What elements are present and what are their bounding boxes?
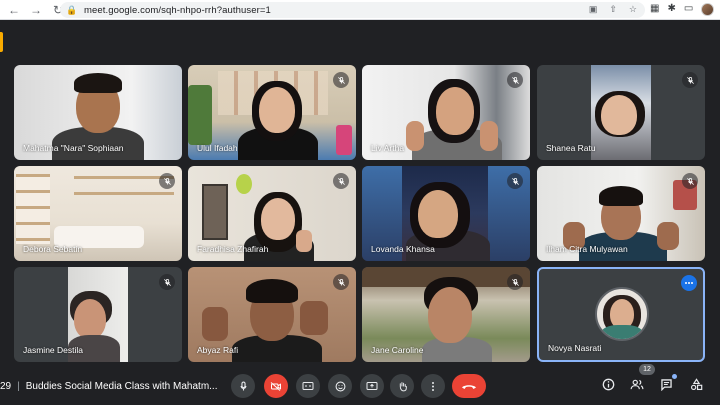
participant-count-badge: 12 <box>639 364 655 375</box>
meeting-title: Buddies Social Media Class with Mahatm..… <box>25 380 218 392</box>
url-text: meet.google.com/sqh-nhpo-rrh?authuser=1 <box>84 4 271 16</box>
plant <box>188 85 212 145</box>
video-tile[interactable]: Liv Artha <box>362 65 530 160</box>
bookmark-star-icon[interactable]: ☆ <box>629 4 637 15</box>
muted-mic-icon <box>507 274 523 290</box>
hand-icon <box>399 381 407 391</box>
extension-grid-icon[interactable]: ▦ <box>650 3 659 16</box>
video-tile[interactable]: Ulul Ifadah <box>188 65 356 160</box>
chair <box>336 125 352 155</box>
participant-name: Abyaz Rafi <box>197 345 239 355</box>
muted-mic-icon <box>159 173 175 189</box>
participant-name: Jane Caroline <box>371 345 424 355</box>
lock-icon: 🔒 <box>66 4 78 15</box>
side-indicator <box>0 32 3 52</box>
muted-mic-icon <box>507 173 523 189</box>
participant-name: Jasmine Destila <box>23 345 83 355</box>
forward-icon[interactable]: → <box>28 2 44 18</box>
microphone-icon <box>240 381 246 390</box>
balloon <box>236 174 252 194</box>
muted-mic-icon <box>159 274 175 290</box>
video-tile[interactable]: Lovanda Khansa <box>362 166 530 261</box>
meeting-controls-bar: 29 | Buddies Social Media Class with Mah… <box>0 367 720 405</box>
more-options-button[interactable] <box>421 374 445 398</box>
bookshelf <box>16 174 50 244</box>
chat-icon[interactable] <box>660 378 673 394</box>
thumbs-up-hand <box>296 230 312 252</box>
participant-name: Debora Sebatin <box>23 244 83 254</box>
activities-icon[interactable] <box>690 378 703 394</box>
wall-frame <box>202 184 228 240</box>
video-tile[interactable]: Mahatma "Nara" Sophiaan <box>14 65 182 160</box>
captions-icon <box>302 382 314 390</box>
participant-name: Lovanda Khansa <box>371 244 435 254</box>
camera-button[interactable] <box>264 374 288 398</box>
participant-name: Novya Nasrati <box>548 343 602 353</box>
participant-name: Liv Artha <box>371 143 405 153</box>
meeting-details-icon[interactable] <box>602 378 615 394</box>
video-tile[interactable]: Shanea Ratu <box>537 65 705 160</box>
more-vertical-icon <box>432 381 434 391</box>
thumbs-up-hand <box>300 301 328 335</box>
participant-name: Faradhisa Zhafirah <box>197 244 269 254</box>
video-tile[interactable]: Abyaz Rafi <box>188 267 356 362</box>
microphone-button[interactable] <box>231 374 255 398</box>
video-tile[interactable]: Ilham Citra Mulyawan <box>537 166 705 261</box>
thumbs-up-hand <box>406 121 424 151</box>
muted-mic-icon <box>333 274 349 290</box>
thumbs-up-hand <box>202 307 228 341</box>
camera-permission-icon[interactable]: ▣ <box>589 4 598 15</box>
raise-hand-button[interactable] <box>390 374 414 398</box>
participant-name: Mahatma "Nara" Sophiaan <box>23 143 124 153</box>
emoji-icon <box>335 381 345 391</box>
muted-mic-icon <box>333 72 349 88</box>
muted-mic-icon <box>682 72 698 88</box>
video-tile[interactable]: Jasmine Destila <box>14 267 182 362</box>
present-button[interactable] <box>360 374 384 398</box>
muted-mic-icon <box>507 72 523 88</box>
thumbs-up-hand <box>657 222 679 250</box>
participant-name: Shanea Ratu <box>546 143 596 153</box>
share-icon[interactable]: ⇧ <box>609 4 617 15</box>
muted-mic-icon <box>682 173 698 189</box>
avatar <box>595 287 649 341</box>
video-tile[interactable]: Jane Caroline <box>362 267 530 362</box>
camera-off-icon <box>270 381 281 391</box>
extensions-puzzle-icon[interactable]: ✱ <box>667 3 675 16</box>
thumbs-up-hand <box>480 121 498 151</box>
sidebar-icon[interactable]: ▭ <box>684 3 693 16</box>
video-tile[interactable]: Debora Sebatin <box>14 166 182 261</box>
hang-up-icon <box>462 385 476 389</box>
meet-stage: Mahatma "Nara" Sophiaan Ulul Ifadah Liv … <box>0 20 720 405</box>
video-tile[interactable]: Faradhisa Zhafirah <box>188 166 356 261</box>
muted-mic-icon <box>333 173 349 189</box>
separator: | <box>17 380 20 392</box>
address-bar[interactable]: 🔒 meet.google.com/sqh-nhpo-rrh?authuser=… <box>60 2 645 18</box>
meeting-time: 29 <box>0 380 12 392</box>
browser-toolbar: ← → ↻ 🔒 meet.google.com/sqh-nhpo-rrh?aut… <box>0 0 720 20</box>
profile-avatar[interactable] <box>701 3 715 16</box>
people-icon[interactable] <box>630 378 644 394</box>
present-screen-icon <box>366 382 378 390</box>
participant-name: Ulul Ifadah <box>197 143 238 153</box>
chat-notification-dot <box>672 374 677 379</box>
reactions-button[interactable] <box>328 374 352 398</box>
leave-call-button[interactable] <box>452 374 486 398</box>
video-tile-active-speaker[interactable]: Novya Nasrati <box>537 267 705 362</box>
participant-name: Ilham Citra Mulyawan <box>546 244 628 254</box>
back-icon[interactable]: ← <box>6 2 22 18</box>
captions-button[interactable] <box>296 374 320 398</box>
speaking-indicator-icon <box>681 275 697 291</box>
